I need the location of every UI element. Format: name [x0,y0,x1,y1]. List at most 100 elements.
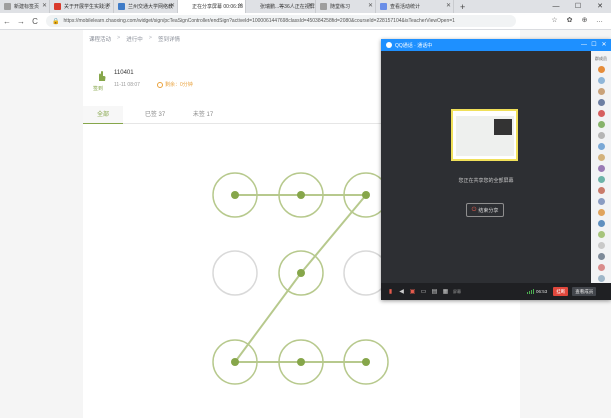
activity-title: 110401 [114,70,134,76]
extension-icon[interactable]: ✿ [562,15,577,27]
member-avatar[interactable] [597,165,605,172]
tab-close-icon[interactable]: ✕ [368,2,373,9]
tab-favicon-icon [320,3,327,10]
page-background [520,300,611,418]
tab-favicon-icon [250,3,257,10]
tab-favicon-icon [182,3,189,10]
member-avatar[interactable] [597,132,605,139]
view-members-button[interactable]: 查看成员 [572,287,597,296]
activity-type-label: 签到 [93,86,104,92]
more-icon[interactable]: … [592,15,607,27]
lock-icon: 🔒 [52,18,60,25]
qq-share-window: QQ通话 · 通话中 — ☐ ✕ 您正在共享您的全部屏幕 ⏻ 结束分享 群成员 … [381,39,611,300]
qq-title-bar[interactable]: QQ通话 · 通话中 — ☐ ✕ [381,39,611,51]
tab-close-icon[interactable]: ✕ [308,2,313,9]
member-avatar[interactable] [597,154,605,161]
member-avatar[interactable] [597,275,605,282]
member-avatar[interactable] [597,198,605,205]
browser-tab-bar: 新建标签页 ✕ 关于开展学生实践活 ✕ 兰州交通大学网络教 ✕ 正在分享屏幕 00:06:1… [0,0,611,13]
maximize-button[interactable]: ☐ [567,0,589,13]
address-bar: ← → C 🔒 https://mobilelearn.chaoxing.com… [0,13,611,30]
browser-tab[interactable]: 查看活动统计 ✕ [376,0,454,13]
member-list: 群成员 [591,51,611,293]
mic-icon[interactable]: ▮ [385,287,396,296]
qq-close-button[interactable]: ✕ [599,39,609,51]
qq-logo-icon [386,42,392,48]
signal-icon [527,289,534,294]
tab-all[interactable]: 全部 [83,106,123,124]
member-avatar[interactable] [597,209,605,216]
favorite-icon[interactable]: ☆ [547,15,562,27]
screen-thumbnail [451,109,518,161]
tab-close-icon[interactable]: ✕ [446,2,451,9]
hang-up-button[interactable]: 挂断 [553,287,569,296]
tab-unsigned[interactable]: 未签 17 [183,106,223,124]
toolbar-label: 屏幕 [453,288,461,294]
member-avatar[interactable] [597,242,605,249]
member-avatar[interactable] [597,66,605,73]
end-share-label: 结束分享 [478,207,499,214]
tab-close-icon[interactable]: ✕ [238,2,243,9]
speaker-icon[interactable]: ◀ [396,287,407,296]
tab-favicon-icon [54,3,61,10]
screen-icon[interactable]: ▭ [418,287,429,296]
member-avatar[interactable] [597,176,605,183]
tab-close-icon[interactable]: ✕ [170,2,175,9]
call-duration: 06:53 [536,289,548,294]
back-icon[interactable]: ← [0,17,14,26]
member-avatar[interactable] [597,220,605,227]
member-avatar[interactable] [597,77,605,84]
browser-tab[interactable]: 张瑞鹏...等36人正在视屏 ✕ [246,0,316,13]
browser-tab[interactable]: 关于开展学生实践活 ✕ [50,0,114,13]
tab-favicon-icon [118,3,125,10]
url-input[interactable]: 🔒 https://mobilelearn.chaoxing.com/widge… [46,15,516,27]
breadcrumb-item[interactable]: 进行中 [126,35,143,43]
member-avatar[interactable] [597,121,605,128]
member-avatar[interactable] [597,143,605,150]
qq-share-area: 您正在共享您的全部屏幕 ⏻ 结束分享 [381,51,591,283]
collections-icon[interactable]: ⊕ [577,15,592,27]
tab-label: 关于开展学生实践活 [64,4,110,10]
tab-close-icon[interactable]: ✕ [106,2,111,9]
grid-icon[interactable]: ▦ [440,287,451,296]
member-list-title: 群成员 [595,56,607,61]
browser-tab[interactable]: 兰州交通大学网络教 ✕ [114,0,178,13]
thumbnail-window [494,119,512,135]
qq-call-toolbar: ▮ ◀ ▣ ▭ ▤ ▦ 屏幕 06:53 挂断 查看成员 [381,283,611,300]
share-icon[interactable]: ▤ [429,287,440,296]
qq-minimize-button[interactable]: — [579,39,589,51]
end-share-button[interactable]: ⏻ 结束分享 [466,203,504,217]
qq-maximize-button[interactable]: ☐ [589,39,599,51]
member-avatar[interactable] [597,110,605,117]
qq-title: QQ通话 · 通话中 [395,42,433,49]
reload-icon[interactable]: C [28,17,42,26]
browser-tab[interactable]: 新建标签页 ✕ [0,0,50,13]
member-avatar[interactable] [597,99,605,106]
breadcrumb-item[interactable]: 课程活动 [89,35,111,43]
activity-status-text: 剩余：0分钟 [165,82,193,88]
tab-close-icon[interactable]: ✕ [42,2,47,9]
member-avatar[interactable] [597,264,605,271]
new-tab-button[interactable]: + [454,0,471,13]
member-avatar[interactable] [597,187,605,194]
tab-label: 张瑞鹏...等36人正在视屏 [260,4,315,10]
tab-signed[interactable]: 已签 37 [135,106,175,124]
member-avatar[interactable] [597,253,605,260]
breadcrumb-separator: > [117,35,121,41]
tab-label: 兰州交通大学网络教 [128,4,174,10]
activity-status: 剩余：0分钟 [157,81,193,88]
camera-icon[interactable]: ▣ [407,287,418,296]
minimize-button[interactable]: — [545,0,567,13]
activity-card: 签到 110401 11-11 08:07 剩余：0分钟 [91,68,391,94]
close-window-button[interactable]: ✕ [589,0,611,13]
member-avatar[interactable] [597,231,605,238]
member-avatar[interactable] [597,88,605,95]
browser-tab[interactable]: 正在分享屏幕 00:06:18 ✕ [178,0,246,13]
browser-tab[interactable]: 随堂练习 ✕ [316,0,376,13]
forward-icon[interactable]: → [14,17,28,26]
tab-label: 新建标签页 [14,4,40,10]
breadcrumb: 课程活动 > 进行中 > 签到详情 [89,35,180,43]
tab-favicon-icon [380,3,387,10]
hand-icon [99,71,106,81]
tab-label: 正在分享屏幕 00:06:18 [192,4,243,10]
